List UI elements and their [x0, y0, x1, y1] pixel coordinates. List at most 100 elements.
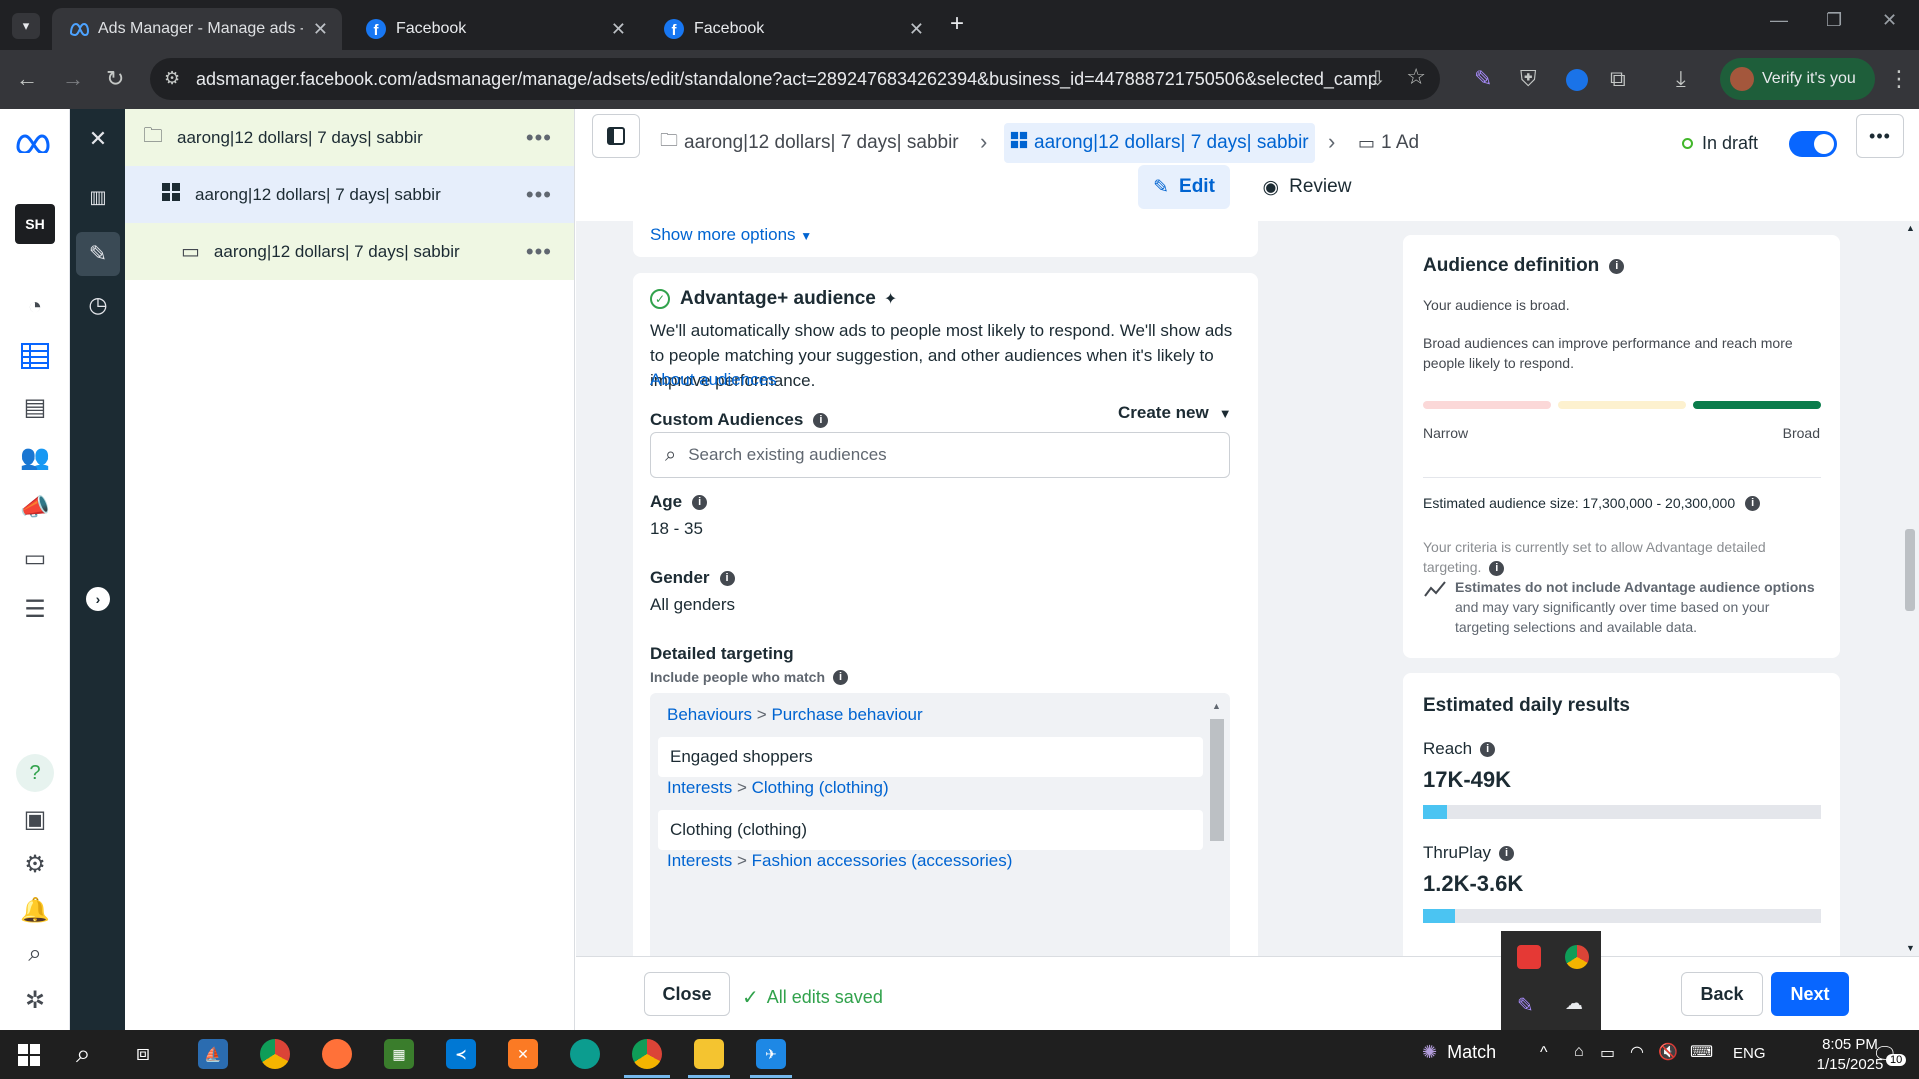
info-icon[interactable]: i	[1745, 495, 1761, 511]
all-tools-menu-icon[interactable]: ☰	[20, 594, 50, 624]
minimize-icon[interactable]: —	[1770, 10, 1788, 31]
dashboard-gauge-icon[interactable]: ◔	[20, 292, 50, 322]
about-audiences-link[interactable]: About audiences	[650, 370, 777, 390]
bug-report-icon[interactable]: ✲	[20, 985, 50, 1015]
taskbar-xampp-icon[interactable]: ✕	[508, 1039, 538, 1069]
targeting-item[interactable]: Engaged shoppers	[658, 737, 1203, 777]
windows-start-icon[interactable]	[18, 1044, 40, 1070]
tree-item-adset[interactable]: aarong|12 dollars| 7 days| sabbir •••	[125, 166, 574, 223]
taskbar-search-icon[interactable]: ⌕	[76, 1038, 91, 1070]
targeting-scrollbar[interactable]: ▲	[1210, 701, 1224, 846]
edit-pencil-icon[interactable]: ✎	[76, 232, 120, 276]
back-arrow-icon[interactable]: ←	[16, 67, 38, 91]
info-icon[interactable]: i	[692, 494, 708, 510]
megaphone-icon[interactable]: 📣	[20, 492, 50, 522]
tray-display-icon[interactable]: ▭	[1600, 1043, 1615, 1063]
extensions-puzzle-icon[interactable]: ⧉	[1610, 67, 1626, 91]
charts-icon[interactable]: ▥	[82, 181, 114, 213]
info-icon[interactable]: i	[833, 669, 849, 685]
tab-ads-manager[interactable]: Ads Manager - Manage ads - A ✕	[52, 8, 342, 50]
toggle-panel-icon[interactable]	[592, 114, 640, 158]
tray-feather-icon[interactable]: ✎	[1517, 993, 1534, 1018]
info-icon[interactable]: i	[1499, 845, 1515, 861]
install-app-icon[interactable]: ⇩	[1369, 66, 1386, 91]
reports-icon[interactable]: ▤	[20, 392, 50, 422]
close-editor-icon[interactable]: ✕	[82, 123, 114, 155]
close-tab-icon[interactable]: ✕	[909, 19, 924, 40]
close-tab-icon[interactable]: ✕	[313, 19, 328, 40]
tray-app-icon[interactable]	[1517, 945, 1541, 969]
meta-logo-icon[interactable]	[14, 131, 54, 157]
more-actions-button[interactable]: •••	[1856, 114, 1904, 158]
info-icon[interactable]: i	[1480, 741, 1496, 757]
taskbar-vscode-icon[interactable]: ≺	[446, 1039, 476, 1069]
tray-volume-muted-icon[interactable]: 🔇	[1658, 1042, 1678, 1062]
close-button[interactable]: Close	[644, 972, 730, 1016]
blue-extension-icon[interactable]	[1566, 69, 1588, 91]
maximize-icon[interactable]: ❐	[1826, 10, 1842, 31]
next-button[interactable]: Next	[1771, 972, 1849, 1016]
scroll-up-icon[interactable]: ▲	[1212, 701, 1221, 711]
notification-center-button[interactable]: 🗨 10	[1872, 1040, 1908, 1070]
site-settings-icon[interactable]: ⚙	[164, 68, 180, 89]
account-logo[interactable]: SH	[15, 204, 55, 244]
search-audiences-input[interactable]: ⌕ Search existing audiences	[650, 432, 1230, 478]
search-icon[interactable]: ⌕	[20, 939, 50, 969]
verify-profile-button[interactable]: Verify it's you	[1720, 58, 1875, 100]
tree-item-campaign[interactable]: 🗀 aarong|12 dollars| 7 days| sabbir •••	[125, 109, 574, 166]
taskbar-firefox-icon[interactable]	[322, 1039, 352, 1069]
downloads-icon[interactable]: ⤓	[1676, 67, 1686, 91]
gender-value[interactable]: All genders	[650, 595, 735, 615]
tab-facebook-2[interactable]: f Facebook ✕	[648, 8, 938, 50]
back-button[interactable]: Back	[1681, 972, 1763, 1016]
age-value[interactable]: 18 - 35	[650, 519, 703, 539]
more-options-icon[interactable]: •••	[526, 125, 552, 151]
review-mode-button[interactable]: ◉ Review	[1242, 165, 1372, 209]
scroll-down-icon[interactable]: ▼	[1906, 943, 1915, 953]
close-tab-icon[interactable]: ✕	[611, 19, 626, 40]
taskbar-app-icon[interactable]: ⛵	[198, 1039, 228, 1069]
scroll-up-icon[interactable]: ▲	[1906, 223, 1915, 233]
tray-chrome-icon[interactable]	[1565, 945, 1589, 969]
tray-network-icon[interactable]: ⌂	[1574, 1043, 1584, 1061]
info-icon[interactable]: i	[1489, 560, 1505, 576]
task-view-icon[interactable]: ⧈	[136, 1040, 150, 1066]
show-more-options-link[interactable]: Show more options ▼	[650, 225, 812, 245]
breadcrumb-campaign[interactable]: 🗀 aarong|12 dollars| 7 days| sabbir	[660, 123, 959, 163]
bookmark-star-icon[interactable]: ☆	[1406, 64, 1426, 90]
tab-list-dropdown-icon[interactable]: ▾	[12, 13, 40, 39]
close-window-icon[interactable]: ✕	[1882, 10, 1897, 31]
address-bar[interactable]: ⚙ adsmanager.facebook.com/adsmanager/man…	[150, 58, 1440, 100]
create-new-dropdown[interactable]: Create new ▼	[1118, 403, 1232, 423]
info-icon[interactable]: i	[719, 570, 735, 586]
targeting-item[interactable]: Clothing (clothing)	[658, 810, 1203, 850]
new-tab-icon[interactable]: +	[950, 10, 964, 38]
tab-facebook-1[interactable]: f Facebook ✕	[350, 8, 640, 50]
on-off-toggle[interactable]	[1789, 131, 1837, 157]
taskbar-app-icon[interactable]: ▦	[384, 1039, 414, 1069]
tree-item-ad[interactable]: ▭ aarong|12 dollars| 7 days| sabbir •••	[125, 223, 574, 280]
campaigns-table-icon[interactable]	[20, 341, 50, 371]
page-scrollbar[interactable]: ▲ ▼	[1901, 221, 1919, 956]
language-indicator[interactable]: ENG	[1733, 1045, 1766, 1062]
info-icon[interactable]: i	[1609, 258, 1625, 274]
chrome-menu-icon[interactable]: ⋮	[1888, 67, 1910, 91]
more-options-icon[interactable]: •••	[526, 182, 552, 208]
forward-arrow-icon[interactable]: →	[62, 67, 84, 91]
tray-cloud-off-icon[interactable]: ☁	[1565, 993, 1583, 1014]
billing-card-icon[interactable]: ▭	[20, 543, 50, 573]
shield-extension-icon[interactable]: ⛨	[1520, 67, 1537, 91]
breadcrumb-ad[interactable]: ▭ 1 Ad	[1358, 123, 1419, 163]
tray-wifi-icon[interactable]: ◠	[1630, 1042, 1644, 1062]
taskbar-app-icon[interactable]: ✈	[756, 1039, 786, 1069]
help-icon[interactable]: ?	[16, 754, 54, 792]
reload-icon[interactable]: ↻	[106, 67, 124, 91]
expand-chevron-icon[interactable]: ›	[86, 587, 110, 611]
more-options-icon[interactable]: •••	[526, 239, 552, 265]
audiences-people-icon[interactable]: 👥	[20, 442, 50, 472]
taskbar-chrome-icon[interactable]	[260, 1039, 290, 1069]
notifications-bell-icon[interactable]: 🔔	[20, 895, 50, 925]
news-feed-icon[interactable]: ▣	[20, 804, 50, 834]
weather-widget[interactable]: ✺ Match	[1422, 1042, 1496, 1063]
history-clock-icon[interactable]: ◷	[82, 289, 114, 321]
